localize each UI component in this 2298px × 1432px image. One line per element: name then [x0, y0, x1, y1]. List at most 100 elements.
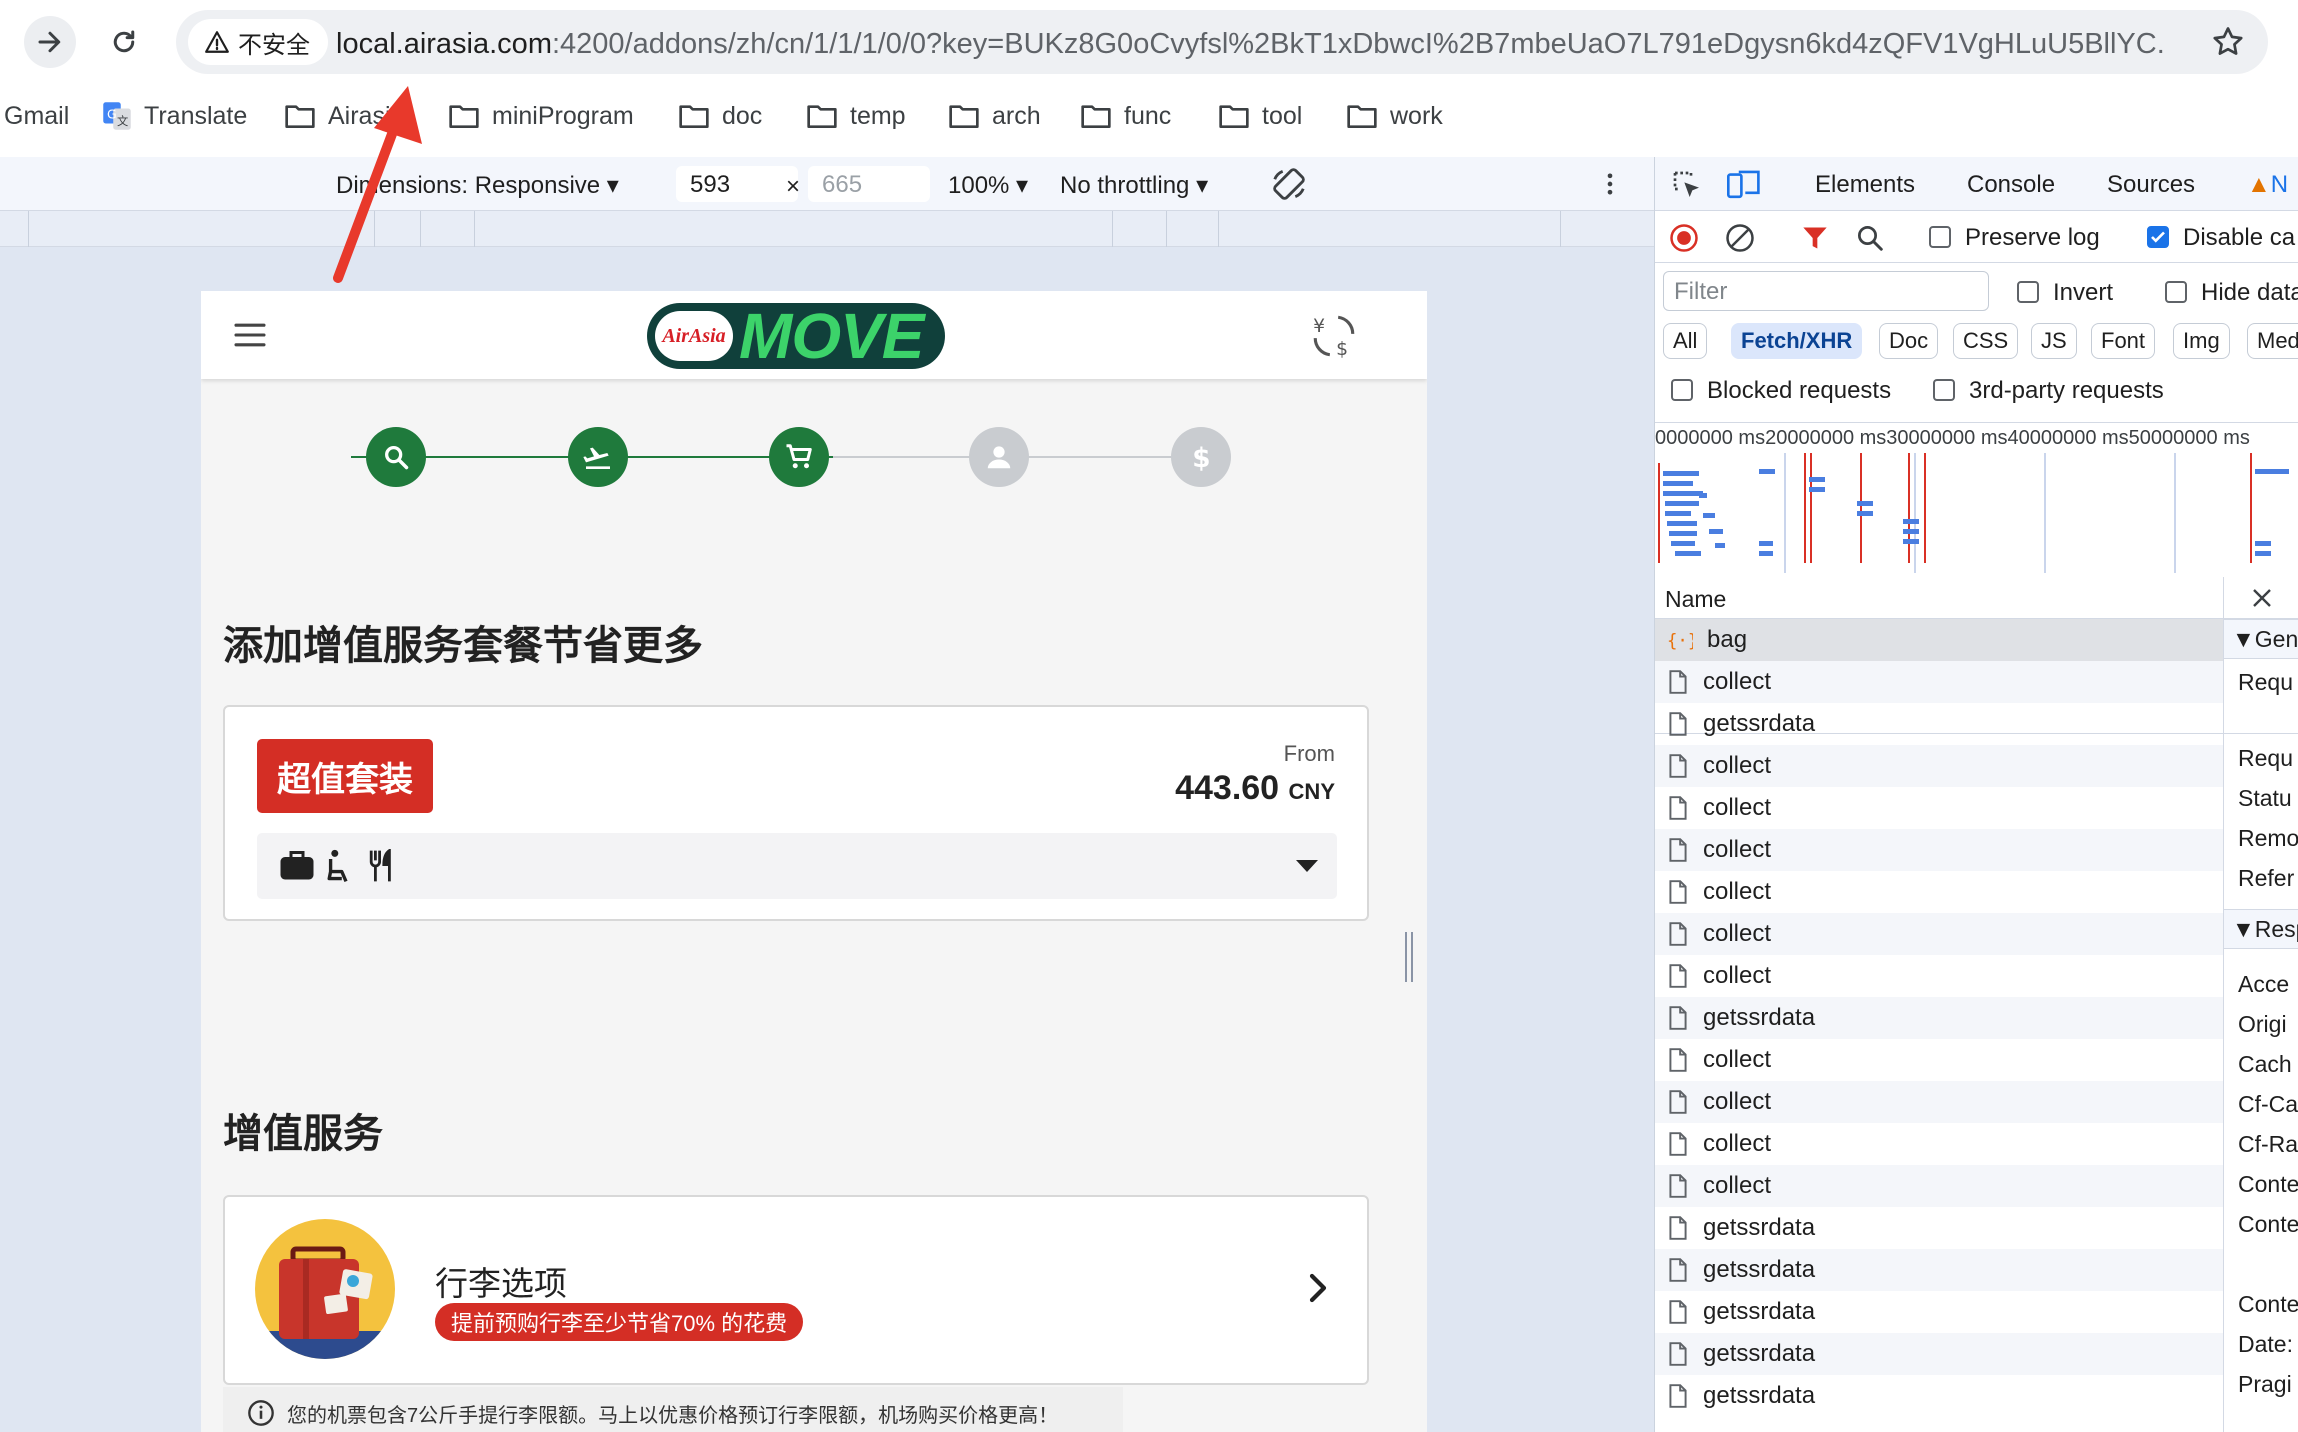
chevron-down-icon[interactable] — [1295, 859, 1319, 873]
url-text[interactable]: local.airasia.com:4200/addons/zh/cn/1/1/… — [336, 28, 2166, 61]
third-party-checkbox[interactable] — [1933, 379, 1955, 401]
more-vert-icon[interactable] — [1596, 169, 1624, 199]
svg-text:¥: ¥ — [1313, 316, 1325, 337]
step-passenger[interactable] — [969, 427, 1029, 487]
record-stop-icon[interactable] — [1669, 223, 1699, 253]
preserve-log-checkbox[interactable] — [1929, 226, 1951, 248]
request-row[interactable]: collect — [1655, 745, 2223, 787]
chip-doc[interactable]: Doc — [1879, 323, 1939, 359]
bundle-card[interactable]: 超值套装 From 443.60 CNY — [223, 705, 1369, 921]
request-row[interactable]: getssrdata — [1655, 997, 2223, 1039]
name-column-header[interactable]: Name — [1655, 577, 2223, 619]
width-input[interactable]: 593 — [676, 166, 798, 202]
step-addons[interactable] — [769, 427, 829, 487]
header-row-label: Cach — [2238, 1051, 2292, 1077]
seat-icon — [327, 849, 348, 883]
request-row[interactable]: collect — [1655, 787, 2223, 829]
disable-cache-checkbox[interactable] — [2147, 226, 2169, 248]
baggage-card[interactable]: 行李选项 提前预购行李至少节省70% 的花费 — [223, 1195, 1369, 1385]
tab-network[interactable]: ▲N — [2247, 171, 2288, 199]
chevron-right-icon[interactable] — [1309, 1273, 1327, 1303]
header-row-label: Date: — [2238, 1331, 2293, 1357]
general-section-header[interactable]: ▼Gen — [2224, 619, 2298, 659]
step-payment[interactable]: $ — [1171, 427, 1231, 487]
bookmark-folder-func[interactable]: func — [1080, 92, 1171, 140]
bookmark-translate[interactable]: G文 Translate — [102, 92, 247, 140]
step-search[interactable] — [366, 427, 426, 487]
request-row[interactable]: getssrdata — [1655, 1333, 2223, 1375]
tab-sources[interactable]: Sources — [2107, 171, 2195, 199]
request-row[interactable]: collect — [1655, 1039, 2223, 1081]
bookmark-label: func — [1124, 101, 1172, 130]
zoom-dropdown[interactable]: 100% ▾ — [948, 171, 1028, 200]
media-query-ruler[interactable] — [0, 211, 1654, 247]
svg-text:文: 文 — [117, 114, 128, 128]
request-row[interactable]: collect — [1655, 661, 2223, 703]
bookmark-folder-work[interactable]: work — [1346, 92, 1443, 140]
reload-button[interactable] — [98, 16, 150, 68]
tab-elements[interactable]: Elements — [1815, 171, 1915, 199]
bookmark-star-icon[interactable] — [2210, 24, 2246, 60]
viewport-resize-handle[interactable] — [1403, 930, 1415, 984]
request-row[interactable]: getssrdata — [1655, 1291, 2223, 1333]
request-row[interactable]: collect — [1655, 1165, 2223, 1207]
chip-media[interactable]: Med — [2247, 323, 2298, 359]
hamburger-menu-icon[interactable] — [233, 321, 267, 349]
bookmark-folder-tool[interactable]: tool — [1218, 92, 1302, 140]
request-row[interactable]: getssrdata — [1655, 1375, 2223, 1417]
document-icon — [1669, 1342, 1687, 1366]
bookmark-gmail[interactable]: Gmail — [4, 92, 69, 140]
close-detail-button[interactable] — [2223, 577, 2298, 619]
chip-js[interactable]: JS — [2031, 323, 2077, 359]
chip-fetch-xhr[interactable]: Fetch/XHR — [1731, 323, 1863, 359]
address-bar[interactable]: 不安全 local.airasia.com:4200/addons/zh/cn/… — [176, 10, 2268, 74]
airasia-move-logo[interactable]: AirAsia MOVE — [647, 300, 945, 372]
request-row[interactable]: collect — [1655, 1081, 2223, 1123]
document-icon — [1669, 712, 1687, 736]
device-toggle-icon[interactable] — [1727, 169, 1761, 201]
invert-checkbox[interactable] — [2017, 281, 2039, 303]
chip-all[interactable]: All — [1663, 323, 1708, 359]
request-row[interactable]: getssrdata — [1655, 703, 2223, 745]
blocked-requests-checkbox[interactable] — [1671, 379, 1693, 401]
security-chip[interactable]: 不安全 — [188, 19, 328, 65]
bookmark-folder-temp[interactable]: temp — [806, 92, 906, 140]
bookmark-folder-doc[interactable]: doc — [678, 92, 762, 140]
currency-switch-icon[interactable]: ¥$ — [1309, 311, 1359, 361]
person-icon — [987, 446, 1011, 469]
request-row[interactable]: getssrdata — [1655, 1207, 2223, 1249]
step-flight[interactable] — [568, 427, 628, 487]
bundle-expand-bar[interactable] — [257, 833, 1337, 899]
baggage-illustration — [255, 1219, 395, 1359]
inspect-element-icon[interactable] — [1671, 169, 1703, 201]
request-row[interactable]: collect — [1655, 829, 2223, 871]
chip-css[interactable]: CSS — [1953, 323, 2019, 359]
request-row[interactable]: collect — [1655, 913, 2223, 955]
search-icon[interactable] — [1855, 223, 1885, 253]
response-headers-section[interactable]: ▼Resp — [2224, 909, 2298, 949]
filter-input[interactable]: Filter — [1663, 271, 1989, 311]
chip-img[interactable]: Img — [2173, 323, 2230, 359]
flight-icon — [583, 447, 610, 469]
header-row-label: Acce — [2238, 971, 2290, 997]
throttling-dropdown[interactable]: No throttling ▾ — [1060, 171, 1208, 200]
request-row[interactable]: collect — [1655, 1123, 2223, 1165]
bookmark-folder-miniprogram[interactable]: miniProgram — [448, 92, 634, 140]
request-row[interactable]: collect — [1655, 871, 2223, 913]
document-icon — [1669, 1048, 1687, 1072]
request-headers-pane: ▼Gen Requ Requ Statu Remo Refer ▼Resp Ac… — [2223, 619, 2298, 1432]
document-icon — [1669, 922, 1687, 946]
chip-font[interactable]: Font — [2091, 323, 2156, 359]
hide-data-urls-checkbox[interactable] — [2165, 281, 2187, 303]
filter-funnel-icon[interactable] — [1801, 223, 1829, 253]
bookmark-folder-arch[interactable]: arch — [948, 92, 1041, 140]
clear-icon[interactable] — [1725, 223, 1755, 253]
request-row[interactable]: getssrdata — [1655, 1249, 2223, 1291]
rotate-icon[interactable] — [1270, 165, 1308, 203]
invert-label: Invert — [2053, 279, 2114, 306]
forward-button[interactable] — [24, 16, 76, 68]
height-input[interactable]: 665 — [808, 166, 930, 202]
tab-console[interactable]: Console — [1967, 171, 2055, 199]
request-row[interactable]: collect — [1655, 955, 2223, 997]
request-row[interactable]: {·} bag — [1655, 619, 2223, 661]
